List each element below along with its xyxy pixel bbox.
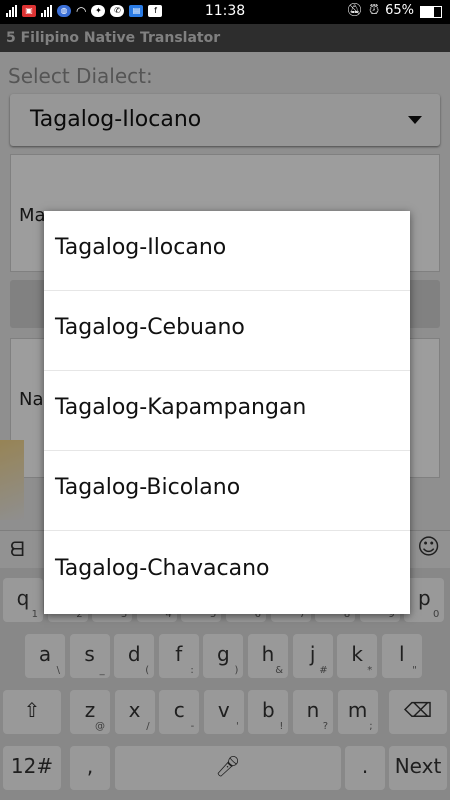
- dialect-picker-dialog: Tagalog-Ilocano Tagalog-Cebuano Tagalog-…: [44, 211, 410, 614]
- status-bar: ▣ ◍ ◠ ✦ ✆ ▤ f 11:38 🔕︎ ⏰︎ 65%: [0, 0, 450, 24]
- option-tagalog-cebuano[interactable]: Tagalog-Cebuano: [44, 291, 410, 371]
- option-tagalog-kapampangan[interactable]: Tagalog-Kapampangan: [44, 371, 410, 451]
- option-tagalog-bicolano[interactable]: Tagalog-Bicolano: [44, 451, 410, 531]
- option-label: Tagalog-Chavacano: [55, 556, 270, 581]
- option-label: Tagalog-Ilocano: [55, 235, 227, 260]
- option-label: Tagalog-Kapampangan: [55, 395, 307, 420]
- option-label: Tagalog-Cebuano: [55, 315, 245, 340]
- battery-icon: [420, 5, 442, 18]
- mute-icon: 🔕︎: [346, 3, 363, 18]
- battery-percent: 65%: [385, 3, 414, 18]
- option-tagalog-ilocano[interactable]: Tagalog-Ilocano: [44, 211, 410, 291]
- alarm-icon: ⏰︎: [368, 3, 380, 18]
- option-tagalog-chavacano[interactable]: Tagalog-Chavacano: [44, 532, 410, 612]
- option-label: Tagalog-Bicolano: [55, 475, 241, 500]
